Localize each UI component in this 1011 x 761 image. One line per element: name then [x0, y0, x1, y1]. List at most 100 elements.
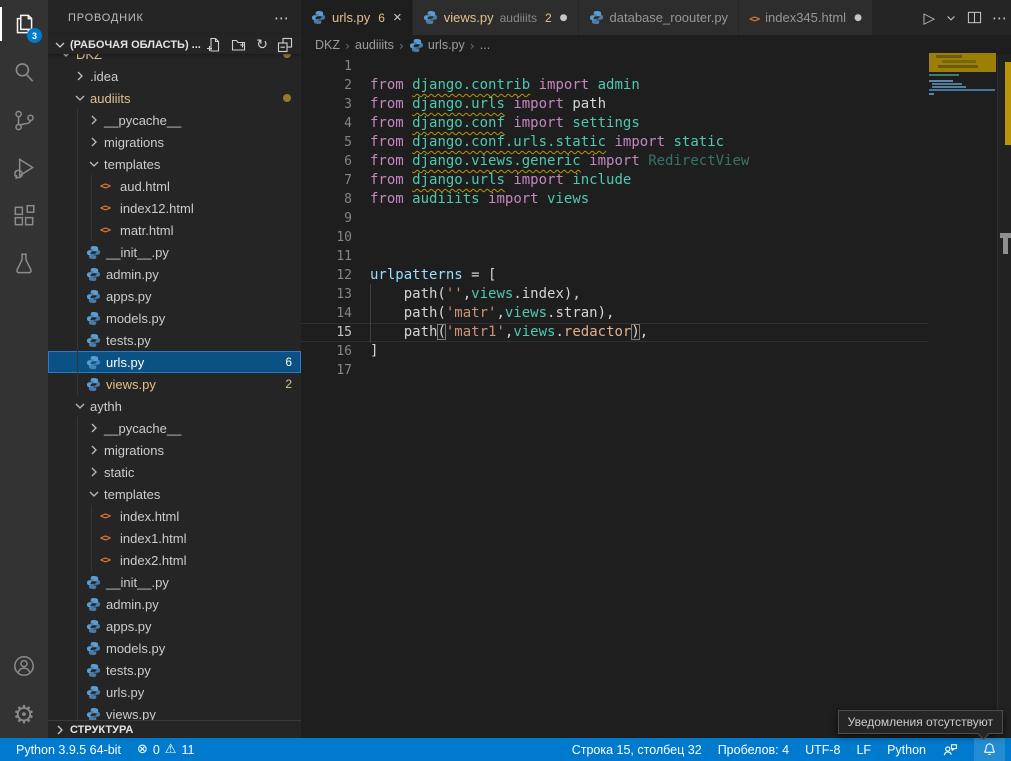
tree-item-__init__.py[interactable]: __init__.py: [48, 241, 301, 263]
cursor-position-status[interactable]: Строка 15, столбец 32: [572, 738, 702, 761]
encoding-status[interactable]: UTF-8: [805, 738, 840, 761]
accounts-button[interactable]: [0, 642, 48, 690]
refresh-icon[interactable]: ↻: [256, 38, 268, 52]
code-line-17[interactable]: 17: [301, 361, 928, 380]
close-icon[interactable]: ×: [393, 10, 402, 25]
activity-extensions-button[interactable]: [0, 192, 48, 240]
indent-guide: [91, 219, 92, 241]
more-actions-icon[interactable]: ⋯: [992, 9, 1007, 27]
code-line-7[interactable]: 7from django.urls import include: [301, 171, 928, 190]
breadcrumb-item-urls.py[interactable]: urls.py: [409, 38, 465, 53]
tree-item-__pycache__[interactable]: __pycache__: [48, 417, 301, 439]
settings-button[interactable]: ⚙: [0, 690, 48, 738]
tree-item-urls.py[interactable]: urls.py: [48, 681, 301, 703]
tree-item-admin.py[interactable]: admin.py: [48, 263, 301, 285]
tree-item-tests.py[interactable]: tests.py: [48, 659, 301, 681]
vscode-window: 3: [0, 0, 1011, 761]
code-line-4[interactable]: 4from django.conf import settings: [301, 114, 928, 133]
tree-item-views.py[interactable]: views.py: [48, 703, 301, 720]
tree-item-templates[interactable]: templates: [48, 153, 301, 175]
new-file-icon[interactable]: [206, 37, 222, 53]
tree-item-static[interactable]: static: [48, 461, 301, 483]
code-line-5[interactable]: 5from django.conf.urls.static import sta…: [301, 133, 928, 152]
tree-item-matr.html[interactable]: <>matr.html: [48, 219, 301, 241]
tab-database_roouter.py[interactable]: database_roouter.py: [579, 0, 740, 35]
feedback-icon[interactable]: [942, 738, 958, 761]
tab-index345.html[interactable]: <>index345.html●: [739, 0, 873, 35]
code-line-13[interactable]: 13 path('',views.index),: [301, 285, 928, 304]
language-mode-status[interactable]: Python: [887, 738, 926, 761]
tree-item-aythh[interactable]: aythh: [48, 395, 301, 417]
breadcrumb-item-DKZ[interactable]: DKZ: [315, 38, 340, 52]
vertical-scrollbar[interactable]: [997, 55, 1011, 738]
tree-item-.idea[interactable]: .idea: [48, 65, 301, 87]
minimap[interactable]: [928, 55, 997, 738]
tree-item-tests.py[interactable]: tests.py: [48, 329, 301, 351]
activity-search-button[interactable]: [0, 48, 48, 96]
overview-ruler-warnings: [1005, 62, 1011, 145]
code-line-6[interactable]: 6from django.views.generic import Redire…: [301, 152, 928, 171]
code-line-16[interactable]: 16]: [301, 342, 928, 361]
code-line-12[interactable]: 12urlpatterns = [: [301, 266, 928, 285]
code-line-1[interactable]: 1: [301, 57, 928, 76]
code-line-3[interactable]: 3from django.urls import path: [301, 95, 928, 114]
breadcrumb-item-...[interactable]: ...: [480, 38, 490, 52]
tree-item-label: migrations: [104, 443, 164, 458]
python-interpreter-status[interactable]: Python 3.9.5 64-bit: [16, 738, 121, 761]
tree-item-aud.html[interactable]: <>aud.html: [48, 175, 301, 197]
activity-run-debug-button[interactable]: [0, 144, 48, 192]
tree-item-__pycache__[interactable]: __pycache__: [48, 109, 301, 131]
tree-item-urls.py[interactable]: urls.py 6: [48, 351, 301, 373]
tree-item-admin.py[interactable]: admin.py: [48, 593, 301, 615]
code-line-2[interactable]: 2from django.contrib import admin: [301, 76, 928, 95]
new-folder-icon[interactable]: [231, 37, 247, 53]
code-editor[interactable]: 12from django.contrib import admin3from …: [301, 55, 1011, 738]
tree-item-models.py[interactable]: models.py: [48, 307, 301, 329]
tree-item-label: urls.py: [106, 355, 144, 370]
tree-item-models.py[interactable]: models.py: [48, 637, 301, 659]
tree-item-__init__.py[interactable]: __init__.py: [48, 571, 301, 593]
code-line-8[interactable]: 8from audiiits import views: [301, 190, 928, 209]
notifications-bell-icon[interactable]: [974, 738, 1005, 761]
tab-label: urls.py: [332, 10, 370, 25]
unsaved-dot-icon[interactable]: ●: [560, 13, 568, 23]
breadcrumb-separator-icon: ›: [399, 38, 404, 53]
activity-testing-button[interactable]: [0, 240, 48, 288]
unsaved-dot-icon[interactable]: ●: [854, 13, 862, 23]
tree-item-index12.html[interactable]: <>index12.html: [48, 197, 301, 219]
tree-item-index.html[interactable]: <>index.html: [48, 505, 301, 527]
outline-section-header[interactable]: СТРУКТУРА: [48, 720, 301, 738]
run-dropdown-chevron-icon[interactable]: [945, 12, 957, 24]
activity-source-control-button[interactable]: [0, 96, 48, 144]
breadcrumb-item-audiiits[interactable]: audiiits: [355, 38, 394, 52]
tree-item-audiiits[interactable]: audiiits: [48, 87, 301, 109]
problems-badge: 6: [285, 355, 292, 369]
tree-item-DKZ[interactable]: DKZ: [48, 54, 301, 65]
code-line-10[interactable]: 10: [301, 228, 928, 247]
tree-item-apps.py[interactable]: apps.py: [48, 285, 301, 307]
split-editor-icon[interactable]: [967, 10, 982, 25]
indent-guide: [77, 241, 78, 263]
code-line-14[interactable]: 14 path('matr',views.stran),: [301, 304, 928, 323]
tree-item-index2.html[interactable]: <>index2.html: [48, 549, 301, 571]
activity-explorer-button[interactable]: 3: [0, 0, 48, 48]
indent-guide: [91, 505, 92, 527]
tree-item-migrations[interactable]: migrations: [48, 439, 301, 461]
tab-views.py[interactable]: views.pyaudiiits2●: [413, 0, 579, 35]
eol-status[interactable]: LF: [856, 738, 871, 761]
code-line-15[interactable]: 15 path('matr1',views.redactor),: [301, 323, 928, 342]
code-line-9[interactable]: 9: [301, 209, 928, 228]
run-python-file-button[interactable]: ▷: [923, 9, 935, 27]
problems-status[interactable]: ⊗ 0 ⚠ 11: [137, 738, 195, 761]
tab-urls.py[interactable]: urls.py6×: [301, 0, 413, 35]
tree-item-index1.html[interactable]: <>index1.html: [48, 527, 301, 549]
code-line-11[interactable]: 11: [301, 247, 928, 266]
explorer-more-actions-button[interactable]: ⋯: [274, 9, 289, 27]
tree-item-templates[interactable]: templates: [48, 483, 301, 505]
collapse-all-icon[interactable]: [277, 37, 293, 53]
tree-item-apps.py[interactable]: apps.py: [48, 615, 301, 637]
workspace-section-header[interactable]: (РАБОЧАЯ ОБЛАСТЬ) ... ↻: [48, 35, 301, 54]
tree-item-migrations[interactable]: migrations: [48, 131, 301, 153]
tree-item-views.py[interactable]: views.py2: [48, 373, 301, 395]
indentation-status[interactable]: Пробелов: 4: [718, 738, 789, 761]
